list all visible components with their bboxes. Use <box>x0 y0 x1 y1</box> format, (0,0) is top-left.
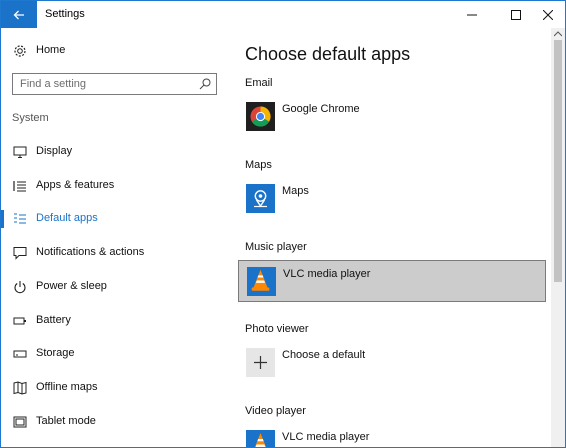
sidebar-item-label: Offline maps <box>36 381 98 393</box>
battery-icon <box>13 317 26 325</box>
back-button[interactable] <box>1 1 37 28</box>
sidebar-item-offline-maps[interactable]: Offline maps <box>1 374 233 402</box>
minimize-button[interactable] <box>457 1 487 28</box>
sidebar-item-label: Apps & features <box>36 179 115 191</box>
default-app-video-player[interactable]: VLC media player <box>238 424 546 447</box>
vlc-icon <box>246 430 275 447</box>
sidebar-item-storage[interactable]: Storage <box>1 340 233 368</box>
vlc-icon <box>247 267 276 296</box>
category-label-maps: Maps <box>245 159 272 171</box>
window-title: Settings <box>45 8 85 20</box>
monitor-icon <box>13 146 27 158</box>
close-button[interactable] <box>533 1 563 28</box>
default-app-music-player[interactable]: VLC media player <box>238 260 546 302</box>
sidebar: Home Find a setting System Display Apps … <box>1 28 233 447</box>
sidebar-item-apps-features[interactable]: Apps & features <box>1 172 233 200</box>
sidebar-item-notifications[interactable]: Notifications & actions <box>1 239 233 267</box>
power-icon <box>14 281 26 294</box>
main-content: Choose default apps Email Google Chrome … <box>233 28 551 447</box>
scroll-up-icon[interactable] <box>554 31 562 37</box>
notification-icon <box>13 247 27 260</box>
back-arrow-icon <box>13 10 24 19</box>
sidebar-item-display[interactable]: Display <box>1 138 233 166</box>
app-name: Maps <box>282 185 309 197</box>
category-label-music-player: Music player <box>245 241 307 253</box>
sidebar-item-tablet-mode[interactable]: Tablet mode <box>1 408 233 436</box>
sidebar-item-battery[interactable]: Battery <box>1 307 233 335</box>
title-bar: Settings <box>1 1 565 28</box>
section-label-system: System <box>12 112 49 124</box>
map-icon <box>13 381 27 395</box>
scrollbar-thumb[interactable] <box>554 40 562 282</box>
category-label-video-player: Video player <box>245 405 306 417</box>
sidebar-item-label: Power & sleep <box>36 280 107 292</box>
gear-icon <box>14 45 26 57</box>
tablet-icon <box>13 416 27 428</box>
app-name: Google Chrome <box>282 103 360 115</box>
app-name: Choose a default <box>282 349 366 361</box>
maximize-button[interactable] <box>501 1 531 28</box>
search-icon <box>199 78 211 90</box>
vertical-scrollbar[interactable] <box>551 28 565 447</box>
category-label-photo-viewer: Photo viewer <box>245 323 309 335</box>
plus-icon <box>246 348 275 377</box>
app-name: VLC media player <box>283 268 371 280</box>
sidebar-item-label: Battery <box>36 314 71 326</box>
category-label-email: Email <box>245 77 273 89</box>
sidebar-item-label: Default apps <box>36 212 98 224</box>
minimize-icon <box>467 14 477 15</box>
settings-window: Settings Home Find a setting System Disp… <box>0 0 566 448</box>
sidebar-item-label: Notifications & actions <box>36 246 145 258</box>
close-icon <box>543 9 553 20</box>
storage-icon <box>13 350 27 358</box>
default-apps-icon <box>14 213 26 224</box>
list-icon <box>13 181 26 192</box>
home-link[interactable]: Home <box>1 37 233 65</box>
sidebar-item-label: Storage <box>36 347 75 359</box>
page-title: Choose default apps <box>245 44 411 64</box>
maximize-icon <box>511 9 521 20</box>
sidebar-item-power-sleep[interactable]: Power & sleep <box>1 273 233 301</box>
maps-app-icon <box>246 184 275 213</box>
search-placeholder: Find a setting <box>20 78 87 90</box>
home-label: Home <box>36 44 66 56</box>
default-app-photo-viewer[interactable]: Choose a default <box>238 342 546 384</box>
sidebar-item-default-apps[interactable]: Default apps <box>1 205 233 233</box>
default-app-email[interactable]: Google Chrome <box>238 96 546 138</box>
sidebar-item-label: Tablet mode <box>36 415 96 427</box>
search-input[interactable]: Find a setting <box>12 73 217 95</box>
sidebar-item-label: Display <box>36 145 73 157</box>
app-name: VLC media player <box>282 431 370 443</box>
chrome-icon <box>246 102 275 131</box>
default-app-maps[interactable]: Maps <box>238 178 546 220</box>
